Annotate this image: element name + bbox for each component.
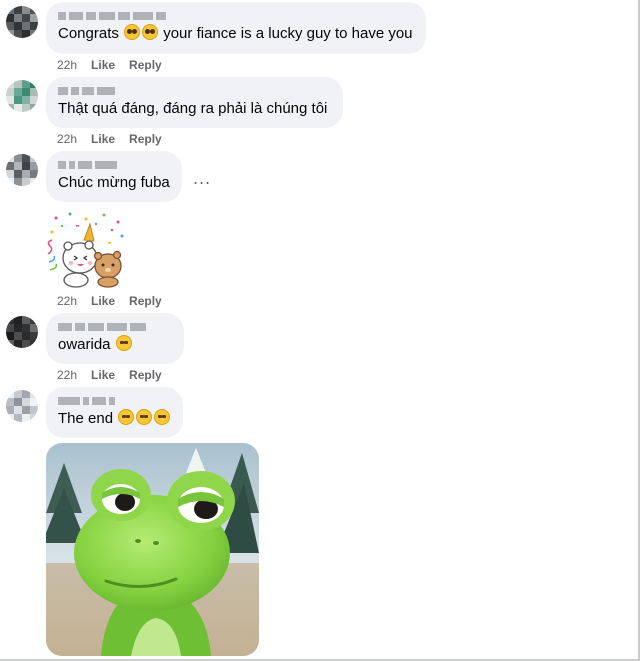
celebration-sticker[interactable] [46,210,128,288]
expressionless-face-emoji [118,409,135,425]
avatar[interactable] [6,6,38,38]
commenter-name-redacted[interactable] [58,321,172,333]
commenter-name-redacted[interactable] [58,395,171,407]
avatar[interactable] [6,390,38,422]
comment-bubble: Congrats your fiance is a lucky guy to h… [46,2,426,54]
unamused-face-emoji [115,335,132,351]
like-button[interactable]: Like [91,294,115,308]
like-button[interactable]: Like [91,368,115,382]
avatar[interactable] [6,80,38,112]
comment-text: The end [58,409,171,429]
comment-text: owarida [58,335,172,355]
comment-text: Chúc mừng fuba [58,174,170,191]
comment-bubble: owarida [46,313,184,364]
comment-actions: 22h Like Reply [57,132,162,146]
commenter-name-redacted[interactable] [58,85,331,97]
expressionless-face-emoji [136,409,153,425]
streamers [47,239,58,271]
reply-button[interactable]: Reply [129,294,162,308]
comment-timestamp[interactable]: 22h [57,368,77,382]
more-options-button[interactable]: ... [193,168,211,189]
comment-text: Congrats your fiance is a lucky guy to h… [58,24,413,42]
brown-bear [93,250,122,288]
comment-timestamp[interactable]: 22h [57,58,77,72]
pleading-face-emoji [142,24,159,40]
white-bear [62,222,98,288]
reply-button[interactable]: Reply [129,58,162,72]
expressionless-face-emoji [154,409,171,425]
like-button[interactable]: Like [91,58,115,72]
comment-timestamp[interactable]: 22h [57,132,77,146]
comment-text: Thật quá đáng, đáng ra phải là chúng tôi [58,100,328,117]
comment-bubble: Chúc mừng fuba [46,151,182,202]
like-button[interactable]: Like [91,132,115,146]
avatar[interactable] [6,154,38,186]
green-frog-character-gif[interactable] [46,443,259,656]
reply-button[interactable]: Reply [129,132,162,146]
commenter-name-redacted[interactable] [58,10,414,22]
avatar[interactable] [6,316,38,348]
comment-bubble: The end [46,387,183,438]
reply-button[interactable]: Reply [129,368,162,382]
comment-timestamp[interactable]: 22h [57,294,77,308]
comment-actions: 22h Like Reply [57,368,162,382]
comment-actions: 22h Like Reply [57,58,162,72]
pleading-face-emoji [124,24,141,40]
commenter-name-redacted[interactable] [58,159,170,171]
comment-bubble: Thật quá đáng, đáng ra phải là chúng tôi [46,77,343,128]
comment-actions: 22h Like Reply [57,294,162,308]
